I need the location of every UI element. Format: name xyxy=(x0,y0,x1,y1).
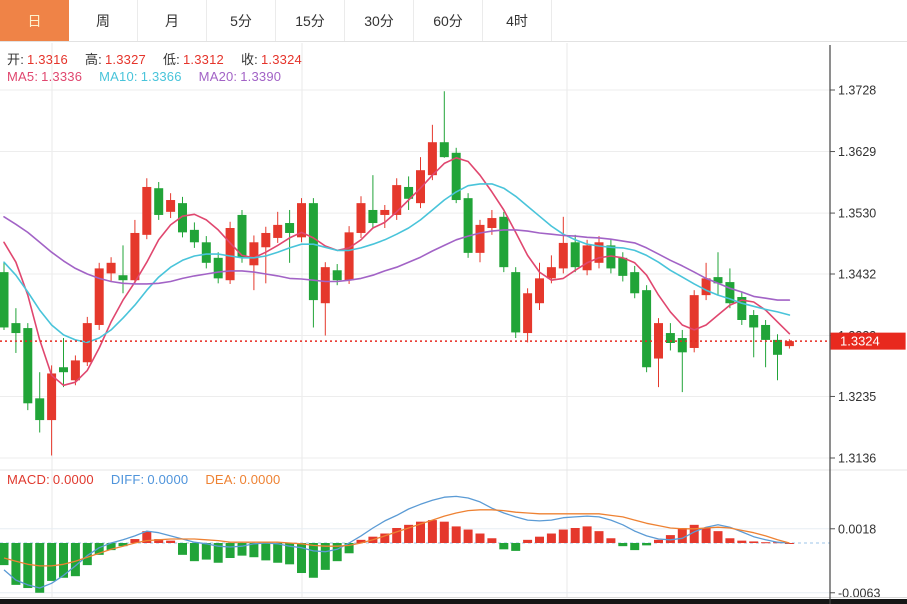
macd-macd-value: 0.0000 xyxy=(53,472,94,487)
ma-ma5-label: MA5: xyxy=(7,69,38,84)
tab-week[interactable]: 周 xyxy=(69,0,138,41)
macd-macd-label: MACD: xyxy=(7,472,50,487)
tab-30min[interactable]: 30分 xyxy=(345,0,414,41)
macd-tick-1: -0.0063 xyxy=(838,586,880,600)
price-tick-3: 1.3432 xyxy=(838,268,876,282)
price-tick-2: 1.3530 xyxy=(838,207,876,221)
price-gridlines xyxy=(0,90,830,458)
tab-15min[interactable]: 15分 xyxy=(276,0,345,41)
ma-ma20: MA20:1.3390 xyxy=(199,69,282,84)
ohlc-high: 高:1.3327 xyxy=(85,49,146,68)
tab-60min[interactable]: 60分 xyxy=(414,0,483,41)
macd-diff: DIFF:0.0000 xyxy=(111,472,188,487)
ohlc-open: 开:1.3316 xyxy=(7,49,68,68)
macd-macd: MACD:0.0000 xyxy=(7,472,94,487)
ma-ma10: MA10:1.3366 xyxy=(99,69,182,84)
price-tick-6: 1.3136 xyxy=(838,452,876,466)
macd-tick-0: 0.0018 xyxy=(838,522,876,536)
price-tick-1: 1.3629 xyxy=(838,145,876,159)
ma20-line xyxy=(4,217,789,300)
tab-4hour[interactable]: 4时 xyxy=(483,0,552,41)
period-tabbar: 日周月5分15分30分60分4时 xyxy=(0,0,907,42)
macd-dea: DEA:0.0000 xyxy=(205,472,280,487)
last-price-badge-text: 1.3324 xyxy=(840,334,880,349)
macd-dea-value: 0.0000 xyxy=(239,472,280,487)
macd-diff-label: DIFF: xyxy=(111,472,145,487)
ma-ma10-label: MA10: xyxy=(99,69,138,84)
ohlc-low: 低:1.3312 xyxy=(163,49,224,68)
macd-diff-value: 0.0000 xyxy=(147,472,188,487)
price-tick-0: 1.3728 xyxy=(838,84,876,98)
tab-5min[interactable]: 5分 xyxy=(207,0,276,41)
macd-histogram xyxy=(0,520,794,593)
ohlc-high-label: 高: xyxy=(85,52,102,67)
ma-ma5-value: 1.3336 xyxy=(41,69,82,84)
ohlc-high-value: 1.3327 xyxy=(105,52,146,67)
macd-legend: MACD:0.0000DIFF:0.0000DEA:0.0000 xyxy=(7,472,280,487)
ohlc-open-value: 1.3316 xyxy=(27,52,68,67)
ohlc-close: 收:1.3324 xyxy=(241,49,302,68)
ma-legend: MA5:1.3336 MA10:1.3366 MA20:1.3390 xyxy=(7,69,281,84)
ohlc-legend: 开:1.3316 高:1.3327 低:1.3312 收:1.3324 xyxy=(7,49,302,68)
ma-ma10-value: 1.3366 xyxy=(141,69,182,84)
ma-ma20-label: MA20: xyxy=(199,69,238,84)
ohlc-open-label: 开: xyxy=(7,52,24,67)
price-tick-5: 1.3235 xyxy=(838,390,876,404)
price-axis-labels: 1.37281.36291.35301.34321.33331.32351.31… xyxy=(830,84,876,466)
candlestick-macd-chart[interactable]: 1.37281.36291.35301.34321.33331.32351.31… xyxy=(0,0,907,604)
vertical-gridlines xyxy=(52,43,567,597)
macd-dea-label: DEA: xyxy=(205,472,236,487)
trading-chart-app: 日周月5分15分30分60分4时 1.3728 1.3629 1.3530 1.343… xyxy=(0,0,907,604)
ohlc-close-value: 1.3324 xyxy=(261,52,302,67)
ma-ma5: MA5:1.3336 xyxy=(7,69,82,84)
tab-day[interactable]: 日 xyxy=(0,0,69,41)
ma-ma20-value: 1.3390 xyxy=(240,69,281,84)
ohlc-low-label: 低: xyxy=(163,52,180,67)
time-axis-strip xyxy=(0,599,907,604)
ohlc-low-value: 1.3312 xyxy=(183,52,224,67)
ohlc-close-label: 收: xyxy=(241,52,258,67)
tab-month[interactable]: 月 xyxy=(138,0,207,41)
